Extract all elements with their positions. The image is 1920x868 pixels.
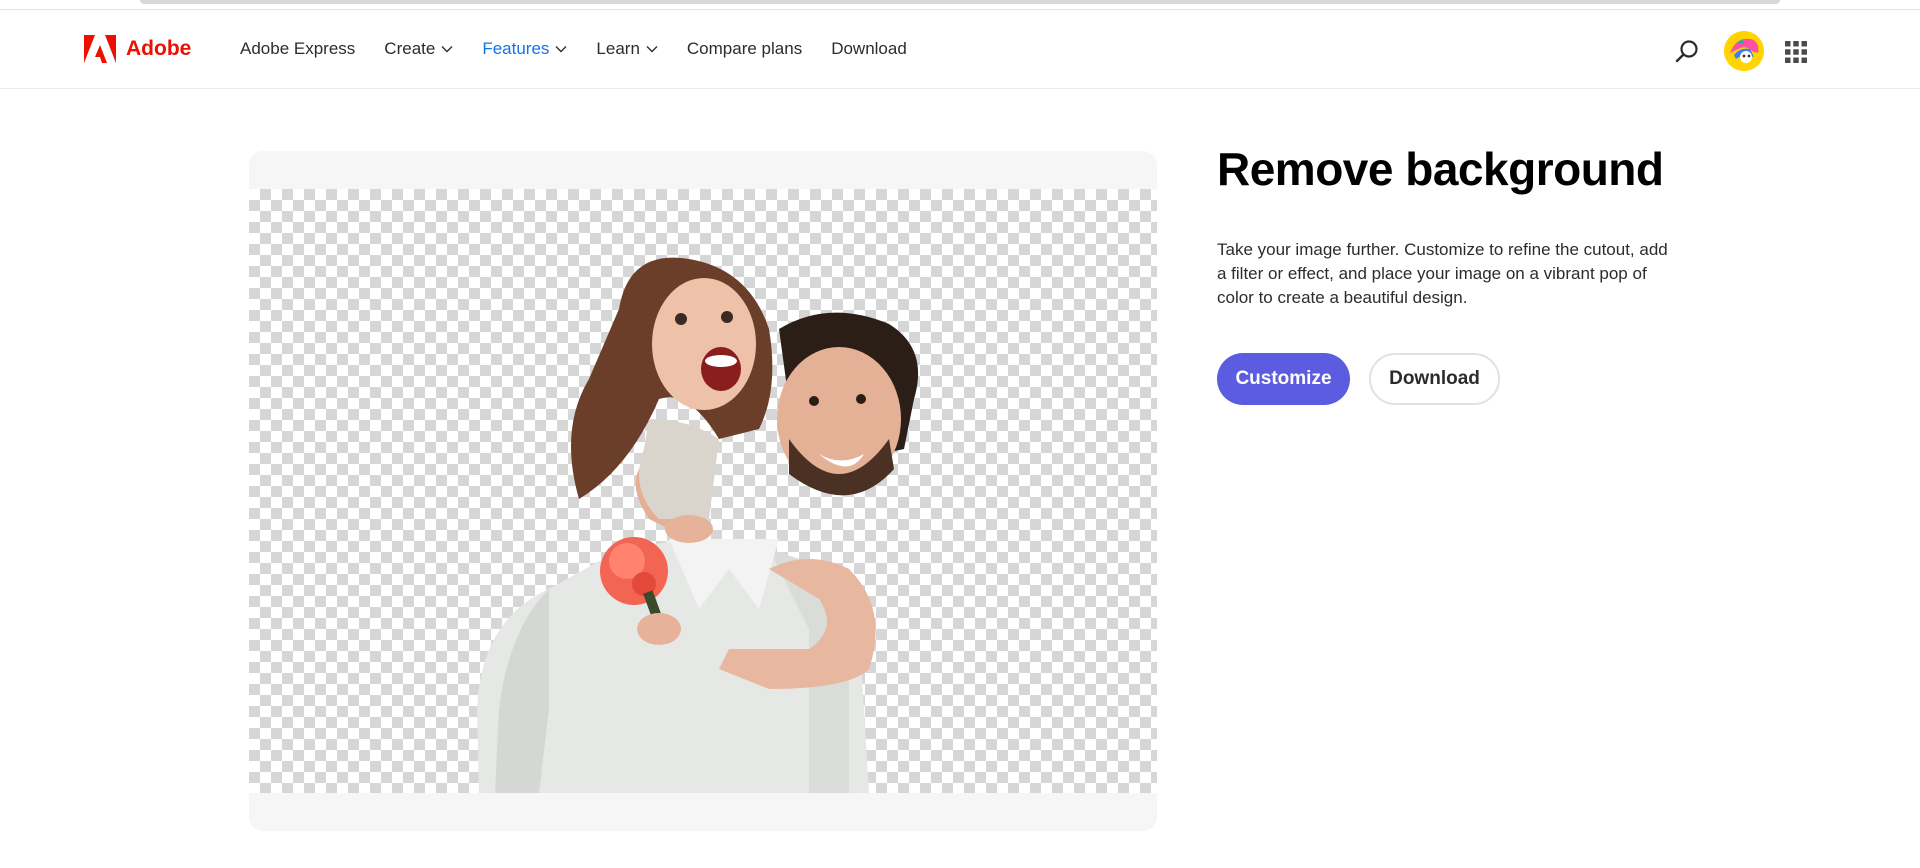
chevron-down-icon	[646, 46, 658, 53]
user-avatar[interactable]	[1724, 31, 1764, 71]
adobe-logo[interactable]: Adobe	[84, 35, 191, 63]
app-grid-icon	[1785, 41, 1807, 63]
horizontal-scrollbar[interactable]	[140, 0, 1780, 4]
page-title: Remove background	[1217, 143, 1664, 195]
nav-item-download[interactable]: Download	[831, 39, 907, 59]
browser-top-strip	[0, 0, 1920, 10]
app-switcher-button[interactable]	[1784, 40, 1808, 64]
chevron-down-icon	[441, 46, 453, 53]
site-header: Adobe Adobe Express Create Features Lear…	[0, 11, 1920, 89]
brand-name: Adobe	[126, 37, 192, 60]
image-preview-card	[249, 151, 1157, 831]
feature-description: Take your image further. Customize to re…	[1217, 240, 1668, 307]
download-button[interactable]: Download	[1369, 353, 1500, 405]
nav-item-compare-plans[interactable]: Compare plans	[687, 39, 802, 59]
nav-item-learn[interactable]: Learn	[596, 39, 658, 59]
main-nav: Adobe Express Create Features Learn Comp…	[240, 39, 936, 59]
search-icon	[1675, 40, 1698, 63]
nav-item-features[interactable]: Features	[482, 39, 567, 59]
nav-item-create[interactable]: Create	[384, 39, 453, 59]
chevron-down-icon	[555, 46, 567, 53]
adobe-logo-icon	[84, 35, 116, 63]
search-button[interactable]	[1674, 39, 1700, 65]
transparent-background-canvas	[249, 189, 1157, 793]
avatar-icon	[1724, 31, 1764, 71]
customize-button[interactable]: Customize	[1217, 353, 1350, 405]
nav-item-adobe-express[interactable]: Adobe Express	[240, 39, 355, 59]
cutout-photo	[477, 257, 919, 793]
